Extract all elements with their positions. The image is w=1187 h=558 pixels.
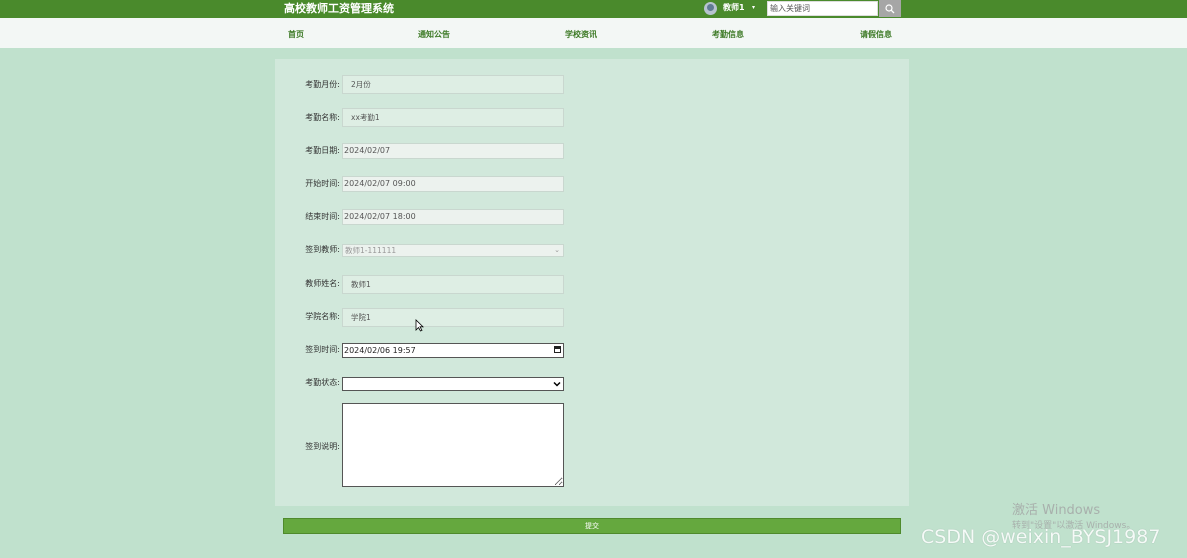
user-name[interactable]: 教师1: [723, 3, 745, 13]
nav-item-home[interactable]: 首页: [288, 30, 304, 40]
main-nav: 首页 通知公告 学校资讯 考勤信息 请假信息: [0, 18, 1187, 48]
field-label-end: 结束时间:: [305, 212, 340, 221]
checkin-teacher-select[interactable]: 教师1-111111 ⌄: [342, 244, 564, 257]
end-time-field[interactable]: 2024/02/07 18:00: [342, 209, 564, 225]
chevron-down-icon[interactable]: ▾: [752, 3, 755, 13]
field-label-teacher: 签到教师:: [305, 245, 340, 254]
attendance-status-select[interactable]: [342, 377, 564, 391]
user-avatar[interactable]: [704, 2, 717, 15]
mouse-cursor-icon: [415, 319, 424, 332]
nav-item-notices[interactable]: 通知公告: [418, 30, 450, 40]
chevron-down-icon: ⌄: [554, 246, 560, 254]
nav-item-attendance[interactable]: 考勤信息: [712, 30, 744, 40]
field-label-checkin-time: 签到时间:: [305, 345, 340, 354]
search-button[interactable]: [879, 0, 901, 17]
attendance-date-field[interactable]: 2024/02/07: [342, 143, 564, 159]
field-label-college: 学院名称:: [305, 312, 340, 321]
field-label-teacher-name: 教师姓名:: [305, 279, 340, 288]
app-title: 高校教师工资管理系统: [284, 2, 394, 15]
search-input[interactable]: [767, 1, 878, 16]
field-label-name: 考勤名称:: [305, 113, 340, 122]
field-label-note: 签到说明:: [305, 442, 340, 451]
checkin-note-textarea[interactable]: [342, 403, 564, 487]
chevron-down-icon: [553, 381, 561, 387]
search-icon: [885, 4, 895, 14]
start-time-field[interactable]: 2024/02/07 09:00: [342, 176, 564, 192]
submit-button[interactable]: 提交: [283, 518, 901, 534]
college-name-field[interactable]: 学院1: [342, 308, 564, 327]
checkin-teacher-value: 教师1-111111: [345, 246, 397, 255]
activate-windows-title: 激活 Windows: [1012, 503, 1101, 518]
checkin-time-input[interactable]: 2024/02/06 19:57: [342, 343, 564, 358]
field-label-status: 考勤状态:: [305, 378, 340, 387]
calendar-icon[interactable]: [554, 346, 561, 353]
checkin-time-value: 2024/02/06 19:57: [344, 346, 416, 355]
nav-item-school-news[interactable]: 学校资讯: [565, 30, 597, 40]
attendance-name-field[interactable]: xx考勤1: [342, 108, 564, 127]
nav-item-leave[interactable]: 请假信息: [860, 30, 892, 40]
attendance-month-field[interactable]: 2月份: [342, 75, 564, 94]
teacher-name-field[interactable]: 教师1: [342, 275, 564, 294]
field-label-start: 开始时间:: [305, 179, 340, 188]
field-label-month: 考勤月份:: [305, 80, 340, 89]
field-label-date: 考勤日期:: [305, 146, 340, 155]
top-bar: 高校教师工资管理系统 教师1 ▾: [0, 0, 1187, 18]
csdn-watermark: CSDN @weixin_BYSJ1987: [921, 526, 1161, 548]
